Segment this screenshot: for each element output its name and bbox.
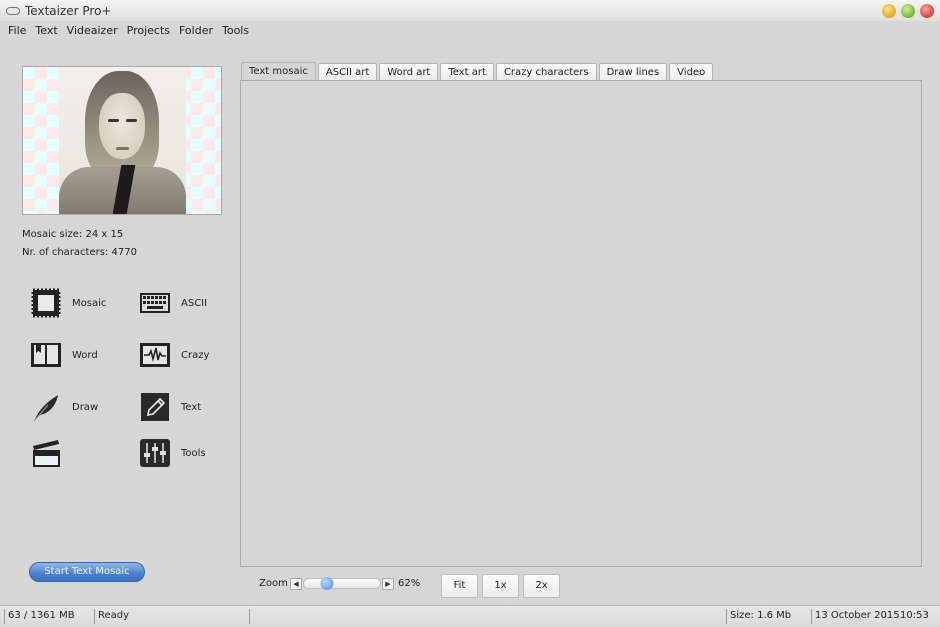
window-title: Textaizer Pro+ bbox=[25, 3, 112, 18]
tool-label: Crazy bbox=[181, 349, 210, 361]
divider bbox=[726, 609, 727, 624]
zoom-slider[interactable]: ◀ ▶ bbox=[290, 577, 394, 590]
divider bbox=[4, 609, 5, 624]
menu-folder[interactable]: Folder bbox=[179, 24, 213, 37]
menu-videaizer[interactable]: Videaizer bbox=[67, 24, 118, 37]
tab-text-art[interactable]: Text art bbox=[440, 63, 494, 81]
status-text: Ready bbox=[98, 610, 130, 621]
title-bar: Textaizer Pro+ bbox=[0, 0, 940, 21]
divider bbox=[249, 609, 250, 624]
tab-ascii-art[interactable]: ASCII art bbox=[317, 63, 378, 81]
feather-icon bbox=[29, 390, 63, 424]
tab-video[interactable]: Video bbox=[669, 63, 714, 81]
zoom-increase-button[interactable]: ▶ bbox=[382, 577, 394, 590]
zoom-2x-button[interactable]: 2x bbox=[523, 574, 560, 598]
menu-projects[interactable]: Projects bbox=[127, 24, 170, 37]
waveform-icon bbox=[138, 338, 172, 372]
maximize-button[interactable] bbox=[901, 4, 915, 18]
image-preview[interactable] bbox=[22, 66, 222, 215]
tool-label: Text bbox=[181, 401, 202, 413]
tool-label: Tools bbox=[181, 447, 206, 459]
menu-bar: File Text Videaizer Projects Folder Tool… bbox=[0, 21, 940, 40]
zoom-1x-button[interactable]: 1x bbox=[482, 574, 519, 598]
zoom-track[interactable] bbox=[303, 577, 381, 590]
tool-text[interactable]: Text bbox=[138, 390, 201, 424]
close-button[interactable] bbox=[920, 4, 934, 18]
tab-crazy-characters[interactable]: Crazy characters bbox=[495, 63, 597, 81]
menu-tools[interactable]: Tools bbox=[222, 24, 249, 37]
start-text-mosaic-button[interactable]: Start Text Mosaic bbox=[29, 562, 145, 582]
file-size: Size: 1.6 Mb bbox=[730, 610, 792, 621]
sliders-icon bbox=[138, 436, 172, 470]
tool-word[interactable]: Word bbox=[29, 338, 98, 372]
tool-label: Draw bbox=[72, 401, 99, 413]
window-menu-icon[interactable] bbox=[6, 6, 20, 15]
tool-mosaic[interactable]: Mosaic bbox=[29, 286, 106, 320]
zoom-percent: 62% bbox=[398, 578, 421, 589]
portrait-photo bbox=[59, 67, 186, 214]
status-time: 10:53 bbox=[900, 610, 929, 621]
tool-label: ASCII bbox=[181, 297, 208, 309]
divider bbox=[811, 609, 812, 624]
tab-word-art[interactable]: Word art bbox=[379, 63, 439, 81]
tool-tools[interactable]: Tools bbox=[138, 436, 206, 470]
tab-bar: Text mosaic ASCII art Word art Text art … bbox=[241, 62, 715, 81]
tool-draw[interactable]: Draw bbox=[29, 390, 98, 424]
pencil-icon bbox=[138, 390, 172, 424]
divider bbox=[94, 609, 95, 624]
mosaic-size: Mosaic size: 24 x 15 bbox=[22, 229, 124, 240]
keyboard-icon bbox=[138, 286, 172, 320]
stamp-frame-icon bbox=[29, 286, 63, 320]
minimize-button[interactable] bbox=[882, 4, 896, 18]
clapperboard-icon bbox=[29, 436, 63, 470]
tool-video[interactable] bbox=[29, 436, 72, 470]
menu-text[interactable]: Text bbox=[35, 24, 57, 37]
tab-draw-lines[interactable]: Draw lines bbox=[598, 63, 668, 81]
tool-ascii[interactable]: ASCII bbox=[138, 286, 207, 320]
zoom-decrease-button[interactable]: ◀ bbox=[290, 577, 302, 590]
zoom-fit-button[interactable]: Fit bbox=[441, 574, 478, 598]
menu-file[interactable]: File bbox=[8, 24, 26, 37]
status-date: 13 October 2015 bbox=[815, 610, 900, 621]
status-bar: 63 / 1361 MB Ready Size: 1.6 Mb 13 Octob… bbox=[0, 605, 940, 627]
tool-crazy[interactable]: Crazy bbox=[138, 338, 209, 372]
tab-text-mosaic[interactable]: Text mosaic bbox=[241, 62, 316, 81]
open-book-icon bbox=[29, 338, 63, 372]
memory-usage: 63 / 1361 MB bbox=[8, 610, 75, 621]
tool-label: Mosaic bbox=[72, 297, 107, 309]
canvas-area[interactable] bbox=[240, 80, 922, 567]
zoom-label: Zoom bbox=[259, 578, 288, 589]
tool-label: Word bbox=[72, 349, 98, 361]
zoom-thumb[interactable] bbox=[320, 577, 334, 590]
nr-characters: Nr. of characters: 4770 bbox=[22, 247, 137, 258]
